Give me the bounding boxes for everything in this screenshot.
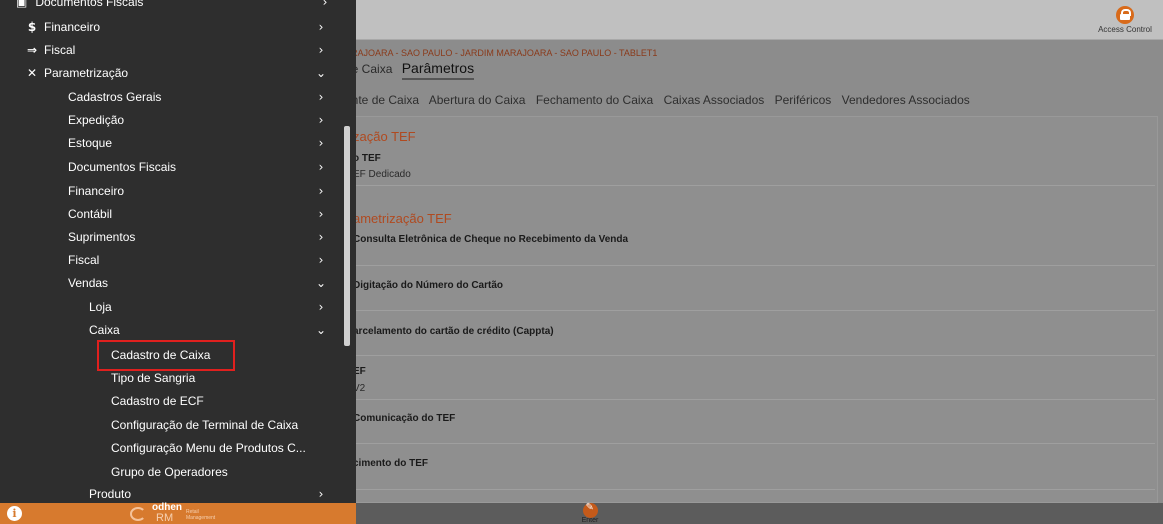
divider <box>349 489 1155 490</box>
sidebar-item-grupo-de-operadores[interactable]: Grupo de Operadores <box>111 461 341 484</box>
sidebar-item-suprimentos[interactable]: Suprimentos › <box>68 226 352 249</box>
fiscal-icon: ⇒ <box>26 43 38 57</box>
edit-icon <box>582 502 598 518</box>
parameters-panel: zação TEF o TEF EF Dedicado ametrização … <box>340 116 1158 503</box>
primary-tabs: de Caixa Parâmetros <box>345 60 480 80</box>
chevron-right-icon: › <box>322 0 328 9</box>
divider <box>349 310 1155 311</box>
selected-item-highlight <box>97 340 235 371</box>
chevron-right-icon: › <box>318 20 324 34</box>
sidebar-item-configuracao-menu-produtos[interactable]: Configuração Menu de Produtos C... <box>111 437 341 460</box>
sidebar-item-estoque[interactable]: Estoque › <box>68 132 352 155</box>
chevron-down-icon: ⌄ <box>316 66 327 80</box>
sidebar-item-cadastro-de-ecf[interactable]: Cadastro de ECF <box>111 390 341 413</box>
info-icon[interactable]: i <box>7 506 22 521</box>
logo-tagline: Retail Management <box>186 509 216 521</box>
chevron-right-icon: › <box>318 300 324 314</box>
section-title-tef: zação TEF <box>353 129 416 144</box>
divider <box>349 265 1155 266</box>
tab-caixas-associados[interactable]: Caixas Associados <box>664 93 765 107</box>
chevron-right-icon: › <box>318 113 324 127</box>
breadcrumb: ARAJOARA - SAO PAULO - JARDIM MARAJOARA … <box>345 48 658 58</box>
chevron-right-icon: › <box>318 160 324 174</box>
access-control-label: Access Control <box>1098 25 1152 34</box>
chevron-down-icon: ⌄ <box>316 276 327 290</box>
sidebar-item-cadastros-gerais[interactable]: Cadastros Gerais › <box>68 86 352 109</box>
field-label-digitacao-cartao: Digitação do Número do Cartão <box>353 280 504 291</box>
tab-vendedores-associados[interactable]: Vendedores Associados <box>842 93 970 107</box>
secondary-tabs: ente de Caixa Abertura do Caixa Fechamen… <box>345 93 977 107</box>
sidebar-footer: i odhen RM Retail Management <box>0 503 356 524</box>
sidebar-menu: ▣ Documentos Fiscais › $ Financeiro › ⇒ F… <box>0 0 356 503</box>
chevron-right-icon: › <box>318 136 324 150</box>
tab-ambiente-de-caixa[interactable]: ente de Caixa <box>345 93 419 107</box>
sidebar-scrollbar[interactable] <box>344 126 350 346</box>
enter-button[interactable]: Enter <box>574 502 606 524</box>
sidebar-item-parametrizacao[interactable]: ✕ Parametrização ⌄ <box>22 62 352 85</box>
field-label-tipo-tef: o TEF <box>353 153 381 164</box>
field-label-comunicacao-tef: Comunicação do TEF <box>353 413 456 424</box>
tab-fechamento-do-caixa[interactable]: Fechamento do Caixa <box>536 93 653 107</box>
dollar-icon: $ <box>27 20 37 34</box>
field-label-consulta-cheque: Consulta Eletrônica de Cheque no Recebim… <box>353 234 629 245</box>
sidebar-item-contabil[interactable]: Contábil › <box>68 203 352 226</box>
section-title-parametrizacao-tef: ametrização TEF <box>353 211 452 226</box>
divider <box>349 185 1155 186</box>
enter-label: Enter <box>581 517 599 524</box>
chevron-right-icon: › <box>318 230 324 244</box>
field-value-tipo-tef[interactable]: EF Dedicado <box>353 169 411 180</box>
sidebar-item-vendas[interactable]: Vendas ⌄ <box>68 272 352 295</box>
field-label-parcelamento: arcelamento do cartão de crédito (Cappta… <box>353 326 554 337</box>
chevron-down-icon: ⌄ <box>316 323 327 337</box>
sidebar-item-financeiro[interactable]: $ Financeiro › <box>22 16 352 39</box>
chevron-right-icon: › <box>318 90 324 104</box>
chevron-right-icon: › <box>318 253 324 267</box>
sidebar-item-produto[interactable]: Produto › <box>89 483 352 503</box>
field-label-estabelecimento-tef: cimento do TEF <box>353 458 428 469</box>
sidebar-item-documentos-fiscais-top[interactable]: ▣ Documentos Fiscais › <box>16 0 346 14</box>
sidebar-item-caixa[interactable]: Caixa ⌄ <box>89 319 352 342</box>
divider <box>349 355 1155 356</box>
sidebar-item-documentos-fiscais[interactable]: Documentos Fiscais › <box>68 156 352 179</box>
sidebar-item-financeiro-sub[interactable]: Financeiro › <box>68 180 352 203</box>
logo-swirl-icon <box>130 507 146 521</box>
tab-perifericos[interactable]: Periféricos <box>775 93 832 107</box>
divider <box>349 399 1155 400</box>
access-control-button[interactable]: Access Control <box>1093 6 1157 34</box>
sidebar-item-configuracao-terminal[interactable]: Configuração de Terminal de Caixa <box>111 414 341 437</box>
sidebar-item-loja[interactable]: Loja › <box>89 296 352 319</box>
chevron-right-icon: › <box>318 487 324 501</box>
logo-brand-rm: RM <box>156 512 174 524</box>
chevron-right-icon: › <box>318 207 324 221</box>
sidebar-item-expedicao[interactable]: Expedição › <box>68 109 352 132</box>
document-icon: ▣ <box>16 0 28 9</box>
lock-icon <box>1116 6 1134 24</box>
chevron-right-icon: › <box>318 43 324 57</box>
chevron-right-icon: › <box>318 184 324 198</box>
tab-abertura-do-caixa[interactable]: Abertura do Caixa <box>429 93 526 107</box>
tools-icon: ✕ <box>26 66 38 80</box>
sidebar-item-fiscal-sub[interactable]: Fiscal › <box>68 249 352 272</box>
sidebar-item-fiscal[interactable]: ⇒ Fiscal › <box>22 39 352 62</box>
tab-parametros[interactable]: Parâmetros <box>401 60 475 80</box>
divider <box>349 443 1155 444</box>
